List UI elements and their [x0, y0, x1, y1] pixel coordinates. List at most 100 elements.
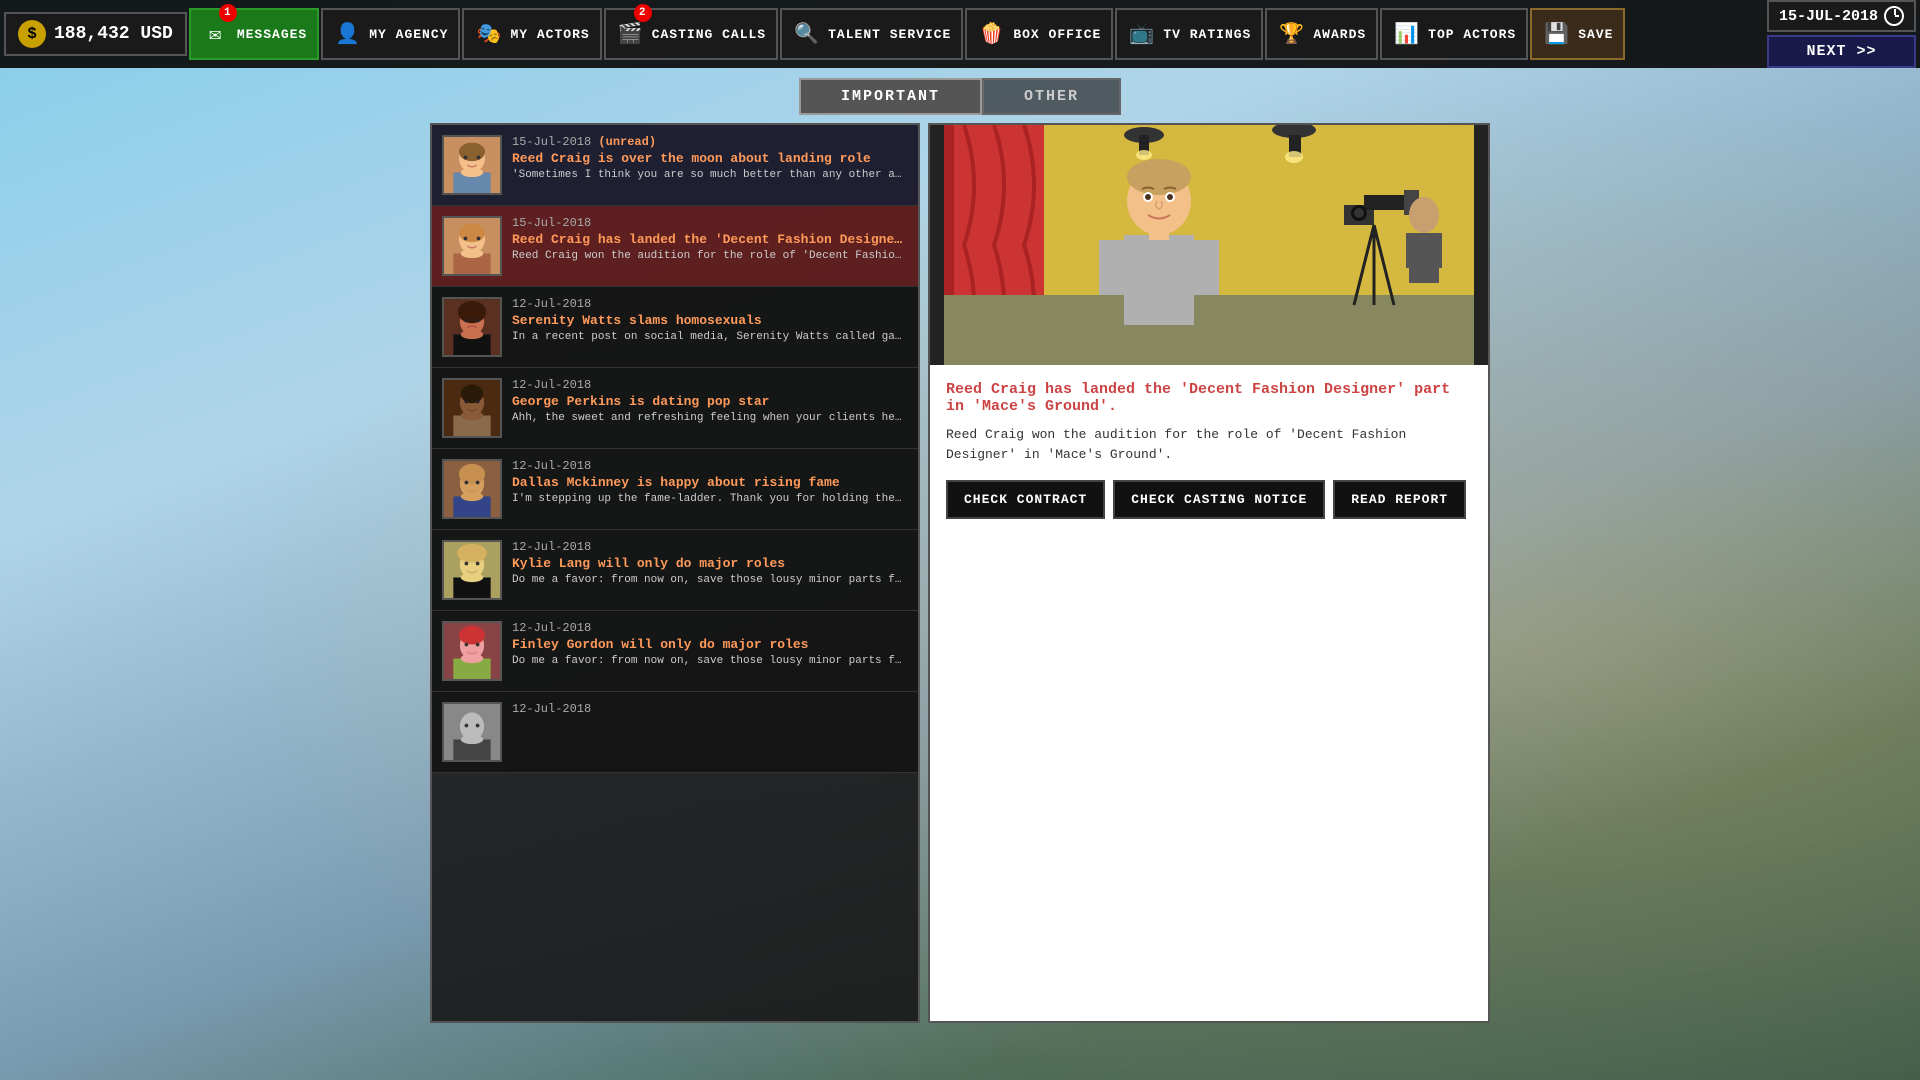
talent-label: TALENT SERVICE	[828, 27, 951, 42]
agency-label: MY AGENCY	[369, 27, 448, 42]
actors-label: MY ACTORS	[510, 27, 589, 42]
message-list[interactable]: 15-Jul-2018 (unread) Reed Craig is over …	[432, 125, 918, 1021]
casting-icon: 🎬	[616, 19, 646, 49]
detail-actions: CHECK CONTRACT CHECK CASTING NOTICE READ…	[946, 480, 1472, 519]
check-contract-button[interactable]: CHECK CONTRACT	[946, 480, 1105, 519]
message-title: Serenity Watts slams homosexuals	[512, 313, 908, 328]
avatar-svg	[444, 540, 500, 600]
detail-body: Reed Craig has landed the 'Decent Fashio…	[930, 365, 1488, 1021]
nav-save-button[interactable]: 💾 SAVE	[1530, 8, 1625, 60]
avatar-svg	[444, 216, 500, 276]
avatar	[442, 540, 502, 600]
nav-talent-service-button[interactable]: 🔍 TALENT SERVICE	[780, 8, 963, 60]
message-date: 12-Jul-2018	[512, 621, 908, 635]
list-item[interactable]: 12-Jul-2018	[432, 692, 918, 773]
nav-my-agency-button[interactable]: 👤 MY AGENCY	[321, 8, 460, 60]
box-office-icon: 🍿	[977, 19, 1007, 49]
tv-icon: 📺	[1127, 19, 1157, 49]
studio-scene-svg	[930, 125, 1488, 365]
list-item[interactable]: 15-Jul-2018 Reed Craig has landed the 'D…	[432, 206, 918, 287]
date-text: 15-JUL-2018	[1779, 8, 1878, 25]
agency-icon: 👤	[333, 19, 363, 49]
money-display: $ 188,432 USD	[4, 12, 187, 56]
message-date: 12-Jul-2018	[512, 702, 908, 716]
list-item[interactable]: 12-Jul-2018 Finley Gordon will only do m…	[432, 611, 918, 692]
message-date: 15-Jul-2018	[512, 216, 908, 230]
messages-icon: ✉	[201, 19, 231, 49]
avatar	[442, 297, 502, 357]
nav-casting-calls-button[interactable]: 2 🎬 CASTING CALLS	[604, 8, 778, 60]
message-title: Reed Craig has landed the 'Decent Fashio…	[512, 232, 908, 247]
nav-awards-button[interactable]: 🏆 AWARDS	[1265, 8, 1378, 60]
topbar: $ 188,432 USD 1 ✉ MESSAGES 👤 MY AGENCY 🎭…	[0, 0, 1920, 68]
message-preview: Reed Craig won the audition for the role…	[512, 250, 908, 262]
check-casting-notice-button[interactable]: CHECK CASTING NOTICE	[1113, 480, 1325, 519]
date-display: 15-JUL-2018	[1767, 0, 1916, 32]
awards-icon: 🏆	[1277, 19, 1307, 49]
list-item[interactable]: 12-Jul-2018 George Perkins is dating pop…	[432, 368, 918, 449]
detail-text: Reed Craig won the audition for the role…	[946, 425, 1472, 464]
tv-ratings-label: TV RATINGS	[1163, 27, 1251, 42]
top-actors-label: TOP ACTORS	[1428, 27, 1516, 42]
message-title: Finley Gordon will only do major roles	[512, 637, 908, 652]
save-label: SAVE	[1578, 27, 1613, 42]
nav-my-actors-button[interactable]: 🎭 MY ACTORS	[462, 8, 601, 60]
box-office-label: BOX OFFICE	[1013, 27, 1101, 42]
nav-tv-ratings-button[interactable]: 📺 TV RATINGS	[1115, 8, 1263, 60]
currency-icon: $	[18, 20, 46, 48]
avatar-svg	[444, 135, 500, 195]
date-next-container: 15-JUL-2018 NEXT >>	[1767, 0, 1916, 68]
message-info: 15-Jul-2018 (unread) Reed Craig is over …	[512, 135, 908, 195]
avatar-svg	[444, 297, 500, 357]
avatar	[442, 459, 502, 519]
nav-top-actors-button[interactable]: 📊 TOP ACTORS	[1380, 8, 1528, 60]
detail-image	[930, 125, 1488, 365]
main-content: IMPORTANT OTHER	[0, 68, 1920, 1080]
message-info: 12-Jul-2018 George Perkins is dating pop…	[512, 378, 908, 438]
actors-icon: 🎭	[474, 19, 504, 49]
message-preview: Do me a favor: from now on, save those l…	[512, 655, 908, 667]
message-info: 12-Jul-2018	[512, 702, 908, 762]
avatar-svg	[444, 702, 500, 762]
read-report-button[interactable]: READ REPORT	[1333, 480, 1466, 519]
money-amount: 188,432 USD	[54, 24, 173, 44]
messages-panel: 15-Jul-2018 (unread) Reed Craig is over …	[430, 123, 1490, 1023]
avatar	[442, 378, 502, 438]
casting-label: CASTING CALLS	[652, 27, 766, 42]
list-item[interactable]: 12-Jul-2018 Dallas Mckinney is happy abo…	[432, 449, 918, 530]
message-preview: Do me a favor: from now on, save those l…	[512, 574, 908, 586]
message-title: Dallas Mckinney is happy about rising fa…	[512, 475, 908, 490]
tab-important[interactable]: IMPORTANT	[799, 78, 982, 115]
message-detail: Reed Craig has landed the 'Decent Fashio…	[928, 123, 1490, 1023]
message-preview: Ahh, the sweet and refreshing feeling wh…	[512, 412, 908, 424]
tab-other[interactable]: OTHER	[982, 78, 1121, 115]
nav-box-office-button[interactable]: 🍿 BOX OFFICE	[965, 8, 1113, 60]
message-preview: 'Sometimes I think you are so much bette…	[512, 169, 908, 181]
list-item[interactable]: 12-Jul-2018 Kylie Lang will only do majo…	[432, 530, 918, 611]
avatar	[442, 702, 502, 762]
message-preview: I'm stepping up the fame-ladder. Thank y…	[512, 493, 908, 505]
avatar	[442, 135, 502, 195]
avatar	[442, 621, 502, 681]
list-item[interactable]: 12-Jul-2018 Serenity Watts slams homosex…	[432, 287, 918, 368]
message-list-container: 15-Jul-2018 (unread) Reed Craig is over …	[430, 123, 920, 1023]
avatar	[442, 216, 502, 276]
top-actors-icon: 📊	[1392, 19, 1422, 49]
awards-label: AWARDS	[1313, 27, 1366, 42]
detail-title: Reed Craig has landed the 'Decent Fashio…	[946, 381, 1472, 415]
messages-badge: 1	[219, 4, 237, 22]
nav-messages-button[interactable]: 1 ✉ MESSAGES	[189, 8, 319, 60]
message-title: George Perkins is dating pop star	[512, 394, 908, 409]
message-date: 12-Jul-2018	[512, 378, 908, 392]
message-date: 12-Jul-2018	[512, 459, 908, 473]
messages-label: MESSAGES	[237, 27, 307, 42]
avatar-svg	[444, 378, 500, 438]
list-item[interactable]: 15-Jul-2018 (unread) Reed Craig is over …	[432, 125, 918, 206]
save-icon: 💾	[1542, 19, 1572, 49]
next-button[interactable]: NEXT >>	[1767, 35, 1916, 68]
unread-label: (unread)	[598, 135, 656, 149]
message-info: 12-Jul-2018 Serenity Watts slams homosex…	[512, 297, 908, 357]
avatar-svg	[444, 459, 500, 519]
talent-icon: 🔍	[792, 19, 822, 49]
message-tabs: IMPORTANT OTHER	[799, 78, 1121, 115]
